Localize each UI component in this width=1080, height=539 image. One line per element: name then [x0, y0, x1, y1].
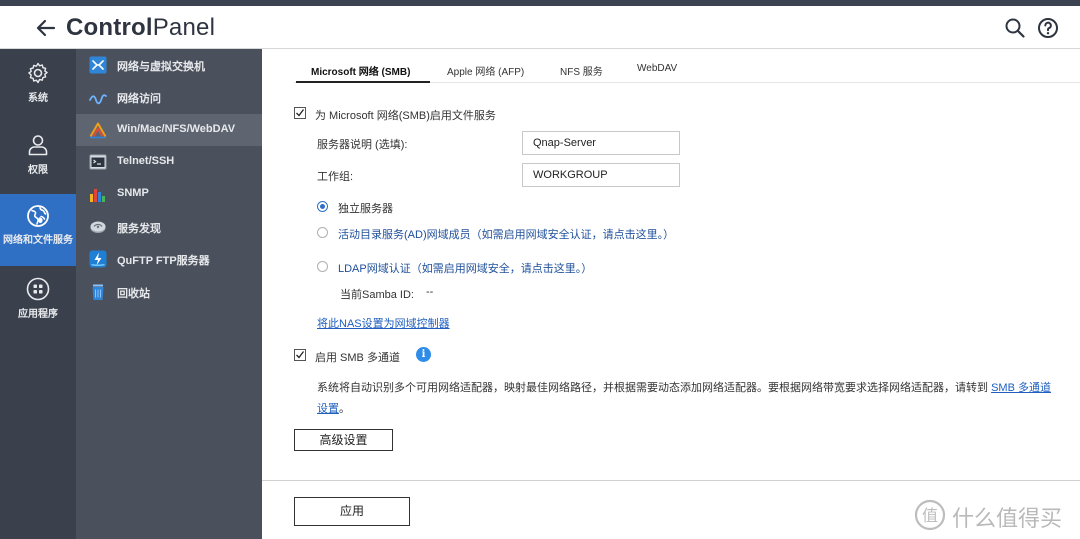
- rail-item-permissions[interactable]: 权限: [0, 123, 76, 195]
- subnav-label: 回收站: [117, 288, 150, 300]
- ftp-icon: [89, 250, 107, 268]
- active-tab-underline: [296, 81, 430, 83]
- enable-smb-checkbox[interactable]: [294, 107, 306, 119]
- set-domain-controller-link[interactable]: 将此NAS设置为网域控制器: [317, 315, 450, 331]
- subnav-item-network-access[interactable]: 网络访问: [76, 81, 262, 113]
- apply-button[interactable]: 应用: [294, 497, 410, 526]
- recycle-bin-icon: [92, 284, 104, 300]
- rail-label-system: 系统: [28, 93, 48, 104]
- ad-domain-member-radio[interactable]: [317, 227, 328, 238]
- service-discovery-icon: [90, 221, 106, 233]
- ldap-domain-label[interactable]: LDAP网域认证（如需启用网域安全，请点击这里。）: [338, 260, 592, 276]
- samba-id-label: 当前Samba ID:: [340, 289, 414, 301]
- svg-text:值: 值: [922, 506, 938, 525]
- standalone-server-label: 独立服务器: [338, 203, 393, 215]
- network-access-icon: [89, 94, 107, 105]
- sub-nav: 网络与虚拟交换机 网络访问 Win/Mac/NFS/WebDAV Telnet/…: [76, 49, 262, 539]
- rail-item-applications[interactable]: 应用程序: [0, 267, 76, 339]
- subnav-item-snmp[interactable]: SNMP: [76, 178, 262, 210]
- rail-item-network-file-services[interactable]: 网络和文件服务: [0, 194, 76, 266]
- samba-id-value: --: [426, 286, 434, 298]
- enable-smb-label: 为 Microsoft 网络(SMB)启用文件服务: [315, 110, 496, 122]
- rail-item-system[interactable]: 系统: [0, 51, 76, 123]
- main-nav-rail: 系统 权限 网络和文件服务 应用程序: [0, 49, 76, 539]
- ldap-domain-radio[interactable]: [317, 261, 328, 272]
- watermark-logo-icon: 值: [914, 499, 946, 531]
- subnav-label: QuFTP FTP服务器: [117, 255, 210, 267]
- rail-label-network-file-services: 网络和文件服务: [3, 235, 73, 246]
- server-description-label: 服务器说明 (选填):: [317, 139, 408, 151]
- app-title: ControlPanel: [66, 14, 216, 41]
- user-icon: [28, 135, 48, 156]
- snmp-icon: [90, 189, 105, 202]
- tab-webdav[interactable]: WebDAV: [637, 63, 677, 74]
- watermark-text: 什么值得买: [952, 507, 1063, 532]
- globe-icon: [27, 205, 49, 227]
- smb-multichannel-label: 启用 SMB 多通道: [315, 352, 400, 364]
- content-panel: Microsoft 网络 (SMB) Apple 网络 (AFP) NFS 服务…: [262, 49, 1080, 539]
- subnav-item-network-virtual-switch[interactable]: 网络与虚拟交换机: [76, 49, 262, 81]
- apps-grid-icon: [26, 277, 50, 301]
- back-arrow-icon[interactable]: [34, 16, 58, 40]
- app-header: ControlPanel: [0, 6, 1080, 49]
- rail-label-applications: 应用程序: [18, 309, 58, 320]
- subnav-item-telnet-ssh[interactable]: Telnet/SSH: [76, 146, 262, 178]
- info-icon[interactable]: i: [416, 347, 431, 362]
- gear-icon: [28, 62, 48, 84]
- subnav-item-quftp[interactable]: QuFTP FTP服务器: [76, 243, 262, 275]
- tab-smb[interactable]: Microsoft 网络 (SMB): [311, 63, 410, 78]
- search-icon[interactable]: [1003, 16, 1027, 40]
- subnav-item-win-mac-nfs-webdav[interactable]: Win/Mac/NFS/WebDAV: [76, 114, 262, 146]
- workgroup-label: 工作组:: [317, 171, 354, 183]
- terminal-icon: [89, 154, 107, 170]
- subnav-label: SNMP: [117, 187, 149, 199]
- subnav-item-service-discovery[interactable]: 服务发现: [76, 211, 262, 243]
- help-icon[interactable]: [1036, 16, 1060, 40]
- tab-nfs[interactable]: NFS 服务: [560, 63, 603, 78]
- subnav-label: 服务发现: [117, 223, 161, 235]
- smb-multichannel-checkbox[interactable]: [294, 349, 306, 361]
- advanced-settings-button[interactable]: 高级设置: [294, 429, 393, 451]
- workgroup-input[interactable]: [522, 163, 680, 187]
- subnav-label: Win/Mac/NFS/WebDAV: [117, 123, 236, 135]
- standalone-server-radio[interactable]: [317, 201, 328, 212]
- server-description-input[interactable]: [522, 131, 680, 155]
- subnav-item-recycle-bin[interactable]: 回收站: [76, 276, 262, 308]
- network-switch-icon: [89, 56, 107, 74]
- file-services-icon: [89, 122, 107, 139]
- tab-afp[interactable]: Apple 网络 (AFP): [447, 63, 524, 78]
- subnav-label: 网络与虚拟交换机: [117, 61, 205, 73]
- subnav-label: 网络访问: [117, 93, 161, 105]
- rail-label-permissions: 权限: [28, 165, 48, 176]
- multichannel-description: 系统将自动识别多个可用网络适配器，映射最佳网络路径，并根据需要动态添加网络适配器…: [317, 382, 1051, 415]
- ad-domain-member-label[interactable]: 活动目录服务(AD)网域成员（如需启用网域安全认证，请点击这里。）: [338, 226, 674, 242]
- subnav-label: Telnet/SSH: [117, 155, 175, 167]
